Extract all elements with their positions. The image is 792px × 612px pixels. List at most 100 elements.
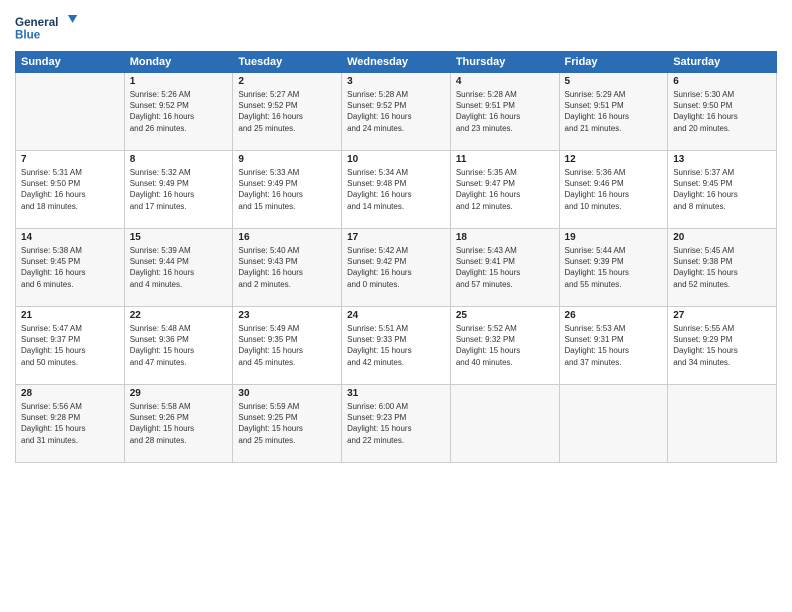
cell-text: Daylight: 15 hours [130, 345, 228, 356]
cell-text: Sunrise: 5:48 AM [130, 323, 228, 334]
cell-4-2: 22Sunrise: 5:48 AMSunset: 9:36 PMDayligh… [124, 307, 233, 385]
cell-text: Daylight: 15 hours [456, 345, 554, 356]
cell-4-1: 21Sunrise: 5:47 AMSunset: 9:37 PMDayligh… [16, 307, 125, 385]
cell-text: Daylight: 15 hours [456, 267, 554, 278]
cell-5-2: 29Sunrise: 5:58 AMSunset: 9:26 PMDayligh… [124, 385, 233, 463]
col-header-tuesday: Tuesday [233, 52, 342, 73]
cell-4-7: 27Sunrise: 5:55 AMSunset: 9:29 PMDayligh… [668, 307, 777, 385]
calendar-header-row: SundayMondayTuesdayWednesdayThursdayFrid… [16, 52, 777, 73]
cell-text: Sunset: 9:33 PM [347, 334, 445, 345]
week-row-2: 7Sunrise: 5:31 AMSunset: 9:50 PMDaylight… [16, 151, 777, 229]
cell-text: and 6 minutes. [21, 279, 119, 290]
week-row-4: 21Sunrise: 5:47 AMSunset: 9:37 PMDayligh… [16, 307, 777, 385]
cell-text: and 52 minutes. [673, 279, 771, 290]
cell-text: Daylight: 15 hours [21, 423, 119, 434]
cell-text: and 4 minutes. [130, 279, 228, 290]
cell-text: Sunset: 9:28 PM [21, 412, 119, 423]
cell-text: Daylight: 15 hours [565, 345, 663, 356]
cell-text: Sunrise: 5:30 AM [673, 89, 771, 100]
cell-text: Sunrise: 5:38 AM [21, 245, 119, 256]
cell-5-4: 31Sunrise: 6:00 AMSunset: 9:23 PMDayligh… [342, 385, 451, 463]
cell-text: Daylight: 15 hours [21, 345, 119, 356]
week-row-5: 28Sunrise: 5:56 AMSunset: 9:28 PMDayligh… [16, 385, 777, 463]
cell-text: Sunrise: 5:27 AM [238, 89, 336, 100]
cell-1-7: 6Sunrise: 5:30 AMSunset: 9:50 PMDaylight… [668, 73, 777, 151]
cell-4-3: 23Sunrise: 5:49 AMSunset: 9:35 PMDayligh… [233, 307, 342, 385]
svg-text:Blue: Blue [15, 28, 41, 41]
cell-1-6: 5Sunrise: 5:29 AMSunset: 9:51 PMDaylight… [559, 73, 668, 151]
cell-text: Sunrise: 5:59 AM [238, 401, 336, 412]
cell-text: Sunrise: 5:58 AM [130, 401, 228, 412]
cell-5-6 [559, 385, 668, 463]
cell-text: Sunrise: 5:49 AM [238, 323, 336, 334]
cell-text: Daylight: 16 hours [238, 267, 336, 278]
cell-text: Sunrise: 5:34 AM [347, 167, 445, 178]
cell-text: Daylight: 16 hours [130, 111, 228, 122]
cell-text: Sunset: 9:29 PM [673, 334, 771, 345]
cell-text: Sunrise: 5:28 AM [347, 89, 445, 100]
cell-text: Sunset: 9:49 PM [130, 178, 228, 189]
cell-3-4: 17Sunrise: 5:42 AMSunset: 9:42 PMDayligh… [342, 229, 451, 307]
page-header: GeneralBlue [15, 10, 777, 45]
cell-text: Sunset: 9:51 PM [565, 100, 663, 111]
cell-text: Sunrise: 5:39 AM [130, 245, 228, 256]
day-number: 23 [238, 310, 336, 321]
cell-text: and 31 minutes. [21, 435, 119, 446]
cell-text: Daylight: 15 hours [673, 345, 771, 356]
day-number: 2 [238, 76, 336, 87]
cell-2-2: 8Sunrise: 5:32 AMSunset: 9:49 PMDaylight… [124, 151, 233, 229]
cell-text: Sunrise: 5:45 AM [673, 245, 771, 256]
day-number: 24 [347, 310, 445, 321]
week-row-3: 14Sunrise: 5:38 AMSunset: 9:45 PMDayligh… [16, 229, 777, 307]
cell-text: Daylight: 16 hours [456, 189, 554, 200]
cell-text: Daylight: 16 hours [21, 189, 119, 200]
cell-text: Sunset: 9:52 PM [130, 100, 228, 111]
cell-text: and 47 minutes. [130, 357, 228, 368]
cell-2-7: 13Sunrise: 5:37 AMSunset: 9:45 PMDayligh… [668, 151, 777, 229]
cell-text: Sunrise: 6:00 AM [347, 401, 445, 412]
cell-text: Daylight: 16 hours [130, 267, 228, 278]
cell-3-5: 18Sunrise: 5:43 AMSunset: 9:41 PMDayligh… [450, 229, 559, 307]
cell-text: and 22 minutes. [347, 435, 445, 446]
cell-text: Sunrise: 5:56 AM [21, 401, 119, 412]
cell-text: Sunset: 9:43 PM [238, 256, 336, 267]
cell-5-1: 28Sunrise: 5:56 AMSunset: 9:28 PMDayligh… [16, 385, 125, 463]
cell-text: and 2 minutes. [238, 279, 336, 290]
cell-text: Sunset: 9:39 PM [565, 256, 663, 267]
day-number: 22 [130, 310, 228, 321]
cell-text: Sunset: 9:48 PM [347, 178, 445, 189]
col-header-thursday: Thursday [450, 52, 559, 73]
cell-2-5: 11Sunrise: 5:35 AMSunset: 9:47 PMDayligh… [450, 151, 559, 229]
cell-text: Sunrise: 5:40 AM [238, 245, 336, 256]
cell-text: and 25 minutes. [238, 435, 336, 446]
cell-text: Sunset: 9:25 PM [238, 412, 336, 423]
cell-text: and 18 minutes. [21, 201, 119, 212]
day-number: 6 [673, 76, 771, 87]
cell-text: and 0 minutes. [347, 279, 445, 290]
cell-text: Sunrise: 5:47 AM [21, 323, 119, 334]
cell-text: Sunset: 9:44 PM [130, 256, 228, 267]
cell-1-5: 4Sunrise: 5:28 AMSunset: 9:51 PMDaylight… [450, 73, 559, 151]
cell-text: Sunrise: 5:51 AM [347, 323, 445, 334]
cell-1-3: 2Sunrise: 5:27 AMSunset: 9:52 PMDaylight… [233, 73, 342, 151]
cell-text: and 17 minutes. [130, 201, 228, 212]
cell-text: Sunset: 9:45 PM [21, 256, 119, 267]
cell-text: Daylight: 15 hours [347, 423, 445, 434]
cell-text: Sunset: 9:52 PM [347, 100, 445, 111]
cell-5-3: 30Sunrise: 5:59 AMSunset: 9:25 PMDayligh… [233, 385, 342, 463]
cell-text: Sunrise: 5:32 AM [130, 167, 228, 178]
cell-text: Daylight: 16 hours [130, 189, 228, 200]
cell-3-3: 16Sunrise: 5:40 AMSunset: 9:43 PMDayligh… [233, 229, 342, 307]
cell-text: Sunrise: 5:29 AM [565, 89, 663, 100]
cell-text: Daylight: 16 hours [673, 189, 771, 200]
cell-4-5: 25Sunrise: 5:52 AMSunset: 9:32 PMDayligh… [450, 307, 559, 385]
cell-text: Sunset: 9:23 PM [347, 412, 445, 423]
cell-1-4: 3Sunrise: 5:28 AMSunset: 9:52 PMDaylight… [342, 73, 451, 151]
cell-3-7: 20Sunrise: 5:45 AMSunset: 9:38 PMDayligh… [668, 229, 777, 307]
cell-text: Sunrise: 5:44 AM [565, 245, 663, 256]
cell-text: and 40 minutes. [456, 357, 554, 368]
cell-text: and 55 minutes. [565, 279, 663, 290]
day-number: 12 [565, 154, 663, 165]
cell-text: Daylight: 15 hours [673, 267, 771, 278]
day-number: 30 [238, 388, 336, 399]
